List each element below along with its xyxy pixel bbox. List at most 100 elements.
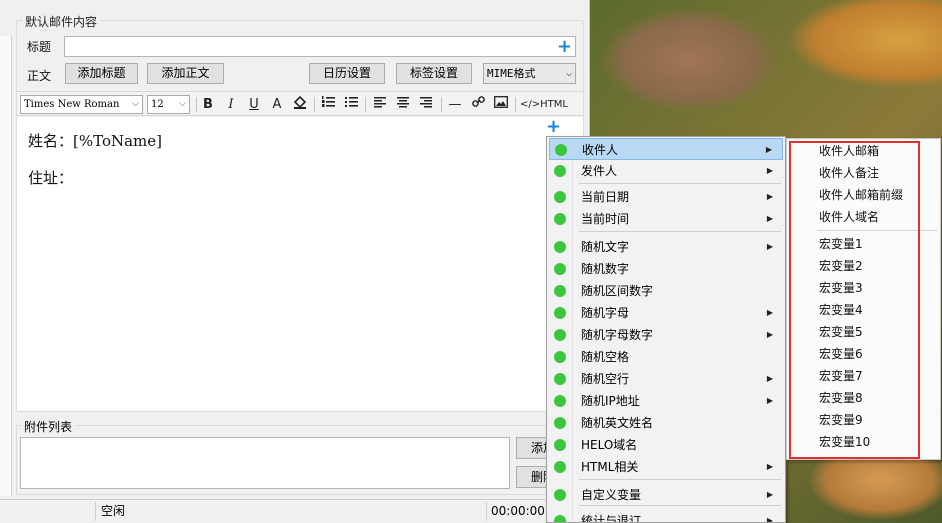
- green-dot-icon: [554, 165, 566, 177]
- submenu-arrow-icon: ▶: [765, 145, 772, 154]
- submenu-arrow-icon: ▶: [766, 308, 773, 317]
- green-dot-icon: [554, 489, 566, 501]
- green-dot-icon: [554, 191, 566, 203]
- font-family-value: Times New Roman: [24, 99, 120, 110]
- green-dot-icon: [554, 373, 566, 385]
- menu-item-label: 收件人: [582, 143, 619, 157]
- menu-item-label: 随机区间数字: [581, 284, 654, 298]
- body-label: 正文: [27, 69, 52, 83]
- submenu-arrow-icon: ▶: [766, 166, 773, 175]
- tag-settings-button[interactable]: 标签设置: [396, 63, 472, 84]
- menu-item-label: 随机数字: [581, 262, 630, 276]
- calendar-settings-button[interactable]: 日历设置: [309, 63, 385, 84]
- add-title-plus-icon[interactable]: +: [557, 38, 572, 56]
- submenu-arrow-icon: ▶: [766, 396, 773, 405]
- title-input[interactable]: [64, 36, 576, 57]
- horizontal-rule-icon[interactable]: —: [445, 95, 465, 114]
- attachment-title: 附件列表: [21, 418, 76, 435]
- menu-item-label: 随机IP地址: [581, 394, 640, 408]
- add-body-button[interactable]: 添加正文: [147, 63, 224, 84]
- code-icon: </>: [520, 99, 541, 110]
- menu-separator: [579, 231, 781, 232]
- attachment-list[interactable]: [20, 437, 510, 489]
- menu-item-7[interactable]: 随机区间数字: [549, 280, 783, 302]
- toolbar-divider: [196, 97, 197, 112]
- menu-item-3[interactable]: 当前日期 ▶: [549, 186, 783, 208]
- add-title-button[interactable]: 添加标题: [65, 63, 138, 84]
- submenu-arrow-icon: ▶: [766, 374, 773, 383]
- underline-icon[interactable]: U: [244, 95, 264, 114]
- font-size-value: 12: [151, 99, 164, 110]
- green-dot-icon: [554, 351, 566, 363]
- green-dot-icon: [554, 307, 566, 319]
- menu-item-label: 当前时间: [581, 212, 630, 226]
- menu-item-label: 随机空格: [581, 350, 630, 364]
- toolbar-divider: [365, 97, 366, 112]
- menu-item-8[interactable]: 随机字母 ▶: [549, 302, 783, 324]
- menu-item-1[interactable]: 收件人 ▶: [549, 138, 783, 160]
- green-dot-icon: [554, 515, 566, 522]
- menu-item-label: 随机字母数字: [581, 328, 654, 342]
- align-left-icon[interactable]: [370, 95, 390, 114]
- align-center-icon[interactable]: [393, 95, 413, 114]
- submenu-arrow-icon: ▶: [766, 192, 773, 201]
- green-dot-icon: [554, 285, 566, 297]
- mime-format-value: MIME格式: [487, 67, 536, 80]
- menu-item-13[interactable]: 随机英文姓名: [549, 412, 783, 434]
- green-dot-icon: [554, 263, 566, 275]
- font-color-icon[interactable]: A: [267, 95, 287, 114]
- green-dot-icon: [554, 395, 566, 407]
- bullet-list-icon[interactable]: [341, 95, 361, 114]
- green-dot-icon: [554, 439, 566, 451]
- ordered-list-icon[interactable]: [318, 95, 338, 114]
- fill-color-icon[interactable]: [290, 95, 310, 114]
- menu-separator: [579, 479, 781, 480]
- menu-item-label: 发件人: [581, 164, 618, 178]
- menu-item-15[interactable]: HTML相关 ▶: [549, 456, 783, 478]
- green-dot-icon: [554, 241, 566, 253]
- menu-item-label: 自定义变量: [581, 488, 642, 502]
- html-label: HTML: [540, 99, 568, 110]
- green-dot-icon: [555, 144, 567, 156]
- email-editor-window: 默认邮件内容 标题 + 正文 添加标题 添加正文 日历设置 标签设置 MIME格…: [0, 0, 590, 523]
- font-family-select[interactable]: Times New Roman ⌵: [20, 95, 143, 114]
- menu-item-17[interactable]: 统计与退订 ▶: [549, 510, 783, 523]
- submenu-arrow-icon: ▶: [766, 516, 773, 523]
- image-icon[interactable]: [491, 95, 511, 114]
- menu-item-10[interactable]: 随机空格: [549, 346, 783, 368]
- html-source-button[interactable]: </>HTML: [520, 95, 568, 114]
- bold-icon[interactable]: B: [198, 95, 218, 114]
- menu-item-label: 随机英文姓名: [581, 416, 654, 430]
- editor-line-address: 住址：: [28, 169, 74, 187]
- insert-variable-plus-icon[interactable]: +: [546, 118, 561, 136]
- menu-item-12[interactable]: 随机IP地址 ▶: [549, 390, 783, 412]
- toolbar-divider: [441, 97, 442, 112]
- menu-item-6[interactable]: 随机数字: [549, 258, 783, 280]
- green-dot-icon: [554, 329, 566, 341]
- left-panel-edge: [0, 36, 12, 496]
- font-size-select[interactable]: 12 ⌵: [147, 95, 190, 114]
- menu-separator: [579, 183, 781, 184]
- menu-separator: [579, 505, 781, 506]
- submenu-arrow-icon: ▶: [766, 462, 773, 471]
- menu-item-16[interactable]: 自定义变量 ▶: [549, 484, 783, 506]
- submenu-arrow-icon: ▶: [766, 330, 773, 339]
- status-time: 00:00:00: [491, 504, 545, 518]
- group-title: 默认邮件内容: [22, 13, 101, 30]
- align-right-icon[interactable]: [416, 95, 436, 114]
- menu-item-4[interactable]: 当前时间 ▶: [549, 208, 783, 230]
- editor-toolbar: Times New Roman ⌵ 12 ⌵ B I U A — </>HTML: [17, 91, 583, 116]
- menu-item-5[interactable]: 随机文字 ▶: [549, 236, 783, 258]
- link-icon[interactable]: [468, 95, 488, 114]
- submenu-arrow-icon: ▶: [766, 214, 773, 223]
- toolbar-divider: [314, 97, 315, 112]
- menu-item-11[interactable]: 随机空行 ▶: [549, 368, 783, 390]
- menu-item-9[interactable]: 随机字母数字 ▶: [549, 324, 783, 346]
- menu-item-14[interactable]: HELO域名: [549, 434, 783, 456]
- status-bar: 空闲 00:00:00: [0, 499, 547, 523]
- rich-text-editor[interactable]: 姓名：[%ToName] 住址：: [17, 117, 583, 411]
- mime-format-select[interactable]: MIME格式 ⌵: [483, 63, 576, 84]
- menu-item-2[interactable]: 发件人 ▶: [549, 160, 783, 182]
- annotation-highlight-box: [789, 141, 920, 459]
- italic-icon[interactable]: I: [221, 95, 241, 114]
